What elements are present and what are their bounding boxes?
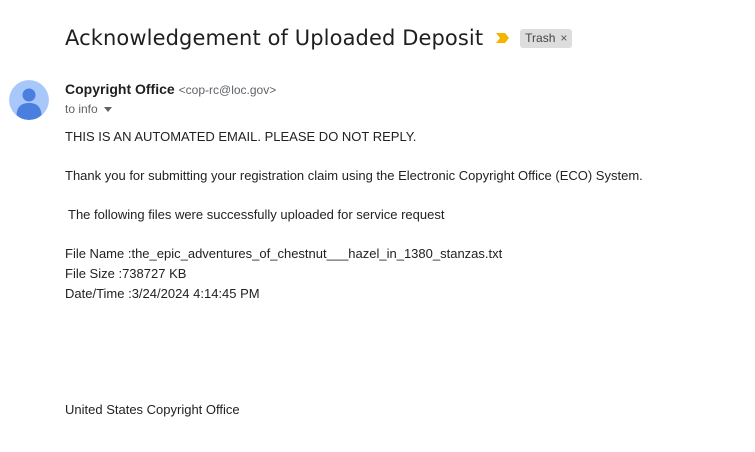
sender-email: <cop-rc@loc.gov> (178, 83, 277, 97)
chevron-down-icon[interactable] (103, 106, 112, 112)
importance-marker-icon[interactable] (496, 32, 510, 44)
body-date-time: Date/Time :3/24/2024 4:14:45 PM (65, 286, 260, 301)
default-avatar-icon (9, 80, 49, 120)
body-file-size: File Size :738727 KB (65, 266, 187, 281)
trash-label-chip[interactable]: Trash × (520, 28, 573, 48)
recipient-details-toggle[interactable]: to info (65, 102, 112, 116)
email-subject: Acknowledgement of Uploaded Deposit (65, 26, 484, 50)
sender-row: Copyright Office <cop-rc@loc.gov> (65, 81, 276, 97)
sender-avatar (9, 80, 49, 120)
body-line-automated-notice: THIS IS AN AUTOMATED EMAIL. PLEASE DO NO… (65, 129, 417, 144)
recipient-text: to info (65, 102, 98, 116)
label-text: Trash (525, 31, 556, 45)
remove-label-button[interactable]: × (560, 31, 567, 45)
body-line-files-uploaded: The following files were successfully up… (68, 207, 445, 222)
body-line-thank-you: Thank you for submitting your registrati… (65, 168, 643, 183)
body-file-name: File Name :the_epic_adventures_of_chestn… (65, 246, 503, 261)
body-signature: United States Copyright Office (65, 402, 240, 417)
subject-row: Acknowledgement of Uploaded Deposit Tras… (65, 22, 573, 54)
sender-name[interactable]: Copyright Office (65, 81, 175, 97)
